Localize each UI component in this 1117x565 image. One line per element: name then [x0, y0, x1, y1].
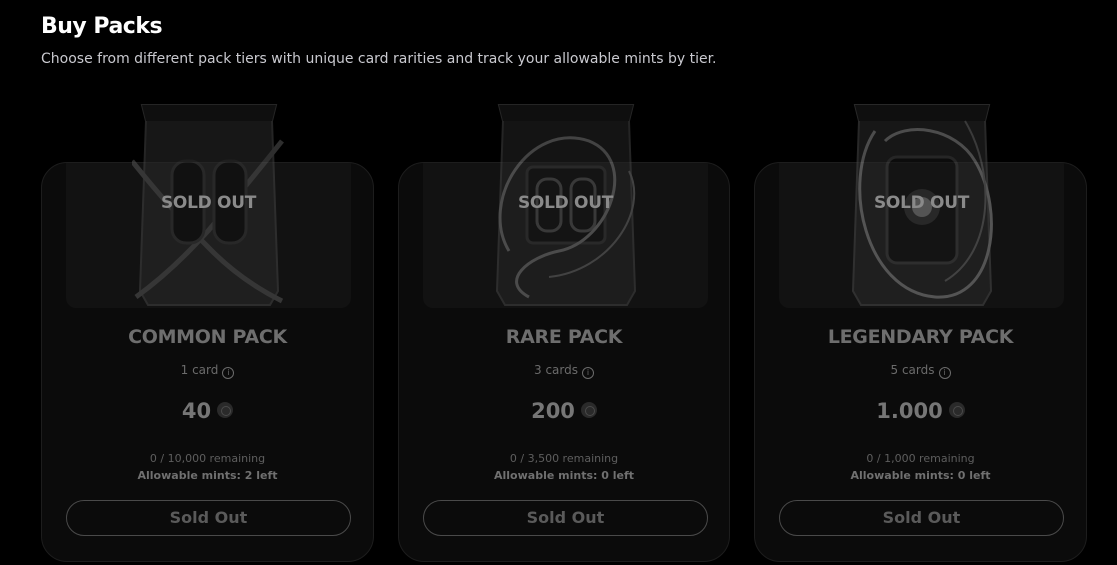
cards-count: 1 card i	[42, 363, 373, 379]
pack-art-panel: SOLD OUT	[423, 104, 708, 308]
pack-price: 1.000	[755, 399, 1086, 423]
remaining-count: 0 / 1,000 remaining	[866, 452, 975, 465]
sold-out-button[interactable]: Sold Out	[423, 500, 708, 536]
coin-icon	[580, 402, 597, 418]
page-title: Buy Packs	[41, 14, 163, 39]
coin-icon	[948, 402, 965, 418]
pack-name: LEGENDARY PACK	[827, 326, 1014, 348]
pack-price: 200	[399, 399, 729, 423]
sold-out-button[interactable]: Sold Out	[66, 500, 351, 536]
info-icon[interactable]: i	[222, 367, 235, 379]
allowable-mints: Allowable mints: 2 left	[137, 469, 278, 482]
sold-out-overlay: SOLD OUT	[160, 193, 256, 213]
cards-count: 5 cards i	[755, 363, 1086, 379]
pack-name: COMMON PACK	[128, 326, 287, 348]
sold-out-overlay: SOLD OUT	[873, 193, 969, 213]
cards-count-label: 3 cards	[534, 363, 578, 377]
pack-price: 40	[42, 399, 373, 423]
page-subtitle: Choose from different pack tiers with un…	[41, 51, 717, 67]
coin-icon	[217, 402, 234, 418]
pack-list: SOLD OUT COMMON PACK 1 card i 40 0 / 10,0…	[41, 104, 1087, 562]
remaining-count: 0 / 3,500 remaining	[509, 452, 619, 465]
info-icon[interactable]: i	[938, 367, 951, 379]
cards-count-label: 5 cards	[890, 363, 935, 377]
allowable-mints: Allowable mints: 0 left	[850, 469, 991, 482]
sold-out-button[interactable]: Sold Out	[779, 500, 1064, 536]
pack-card-rare: SOLD OUT RARE PACK 3 cards i 200 0 / 3,50…	[398, 104, 730, 562]
sold-out-overlay: SOLD OUT	[517, 193, 613, 213]
pack-name: RARE PACK	[505, 326, 623, 348]
remaining-count: 0 / 10,000 remaining	[149, 452, 266, 465]
page-header: Buy Packs Choose from different pack tie…	[41, 14, 717, 67]
cards-count-label: 1 card	[180, 363, 219, 377]
pack-art-panel: SOLD OUT	[779, 104, 1064, 308]
price-value: 200	[531, 399, 575, 423]
info-icon[interactable]: i	[582, 367, 594, 379]
price-value: 1.000	[876, 399, 943, 423]
cards-count: 3 cards i	[399, 363, 729, 379]
pack-card-legendary: SOLD OUT LEGENDARY PACK 5 cards i 1.000 0…	[754, 104, 1087, 562]
pack-art-panel: SOLD OUT	[66, 104, 351, 308]
price-value: 40	[181, 399, 212, 423]
pack-card-common: SOLD OUT COMMON PACK 1 card i 40 0 / 10,0…	[41, 104, 374, 562]
allowable-mints: Allowable mints: 0 left	[494, 469, 634, 482]
